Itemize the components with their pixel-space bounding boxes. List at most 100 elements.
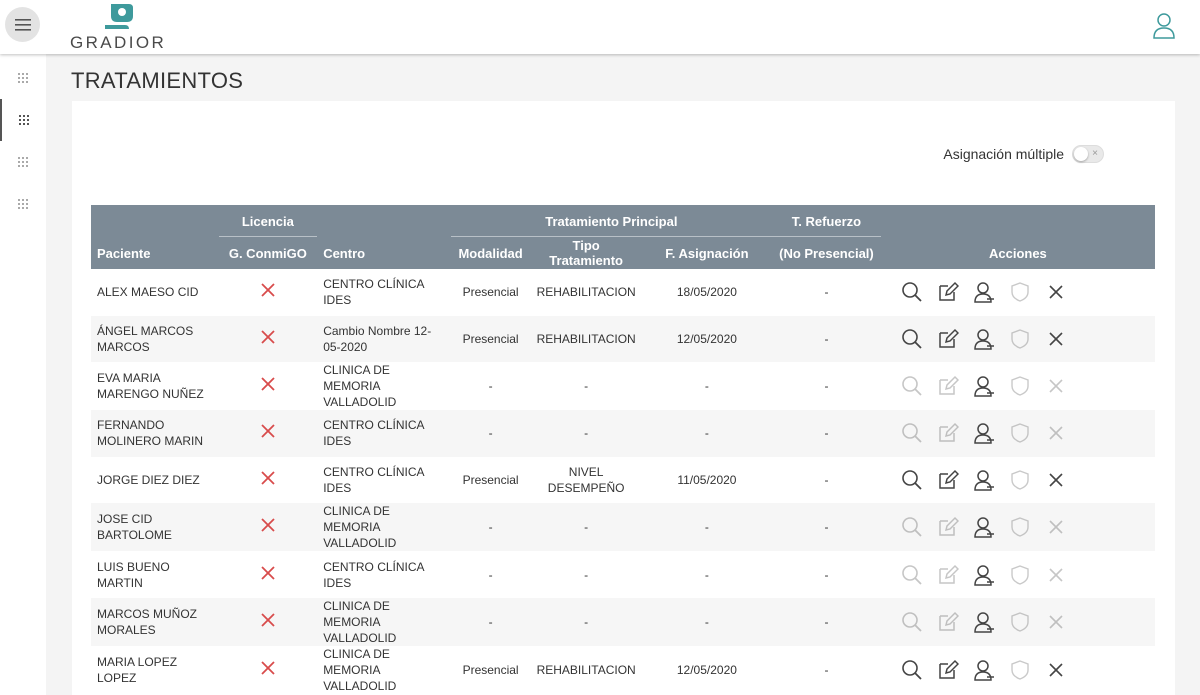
multi-assign-label: Asignación múltiple xyxy=(943,146,1064,162)
no-license-icon xyxy=(261,424,275,442)
shield-icon[interactable] xyxy=(1009,516,1031,538)
no-license-icon xyxy=(261,471,275,489)
search-icon[interactable] xyxy=(901,328,923,350)
close-icon[interactable] xyxy=(1045,281,1067,303)
cell-acciones xyxy=(880,597,1155,646)
cell-centro: Cambio Nombre 12-05-2020 xyxy=(317,315,451,363)
edit-icon[interactable] xyxy=(937,422,959,444)
search-icon[interactable] xyxy=(901,659,923,681)
cell-tipo: - xyxy=(584,379,589,394)
sidebar-item-3[interactable] xyxy=(0,141,46,183)
close-icon[interactable] xyxy=(1045,564,1067,586)
close-icon[interactable] xyxy=(1045,375,1067,397)
gradior-logo[interactable]: GRADIOR xyxy=(70,2,170,52)
close-icon[interactable] xyxy=(1045,422,1067,444)
cell-modalidad: Presencial xyxy=(462,662,519,677)
col-header-centro[interactable]: Centro xyxy=(317,237,451,269)
shield-icon[interactable] xyxy=(1009,375,1031,397)
edit-icon[interactable] xyxy=(937,328,959,350)
edit-icon[interactable] xyxy=(937,516,959,538)
table-row[interactable]: ÁNGEL MARCOS MARCOS Cambio Nombre 12-05-2… xyxy=(91,315,1155,363)
assign-user-icon[interactable] xyxy=(973,375,995,397)
shield-icon[interactable] xyxy=(1009,281,1031,303)
cell-acciones xyxy=(881,269,1155,316)
assign-user-icon[interactable] xyxy=(973,328,995,350)
assign-user-icon[interactable] xyxy=(973,281,995,304)
col-header-paciente[interactable]: Paciente xyxy=(91,237,219,269)
sidebar-item-2[interactable] xyxy=(0,99,46,141)
table-row[interactable]: JOSE CID BARTOLOME CLINICA DE MEMORIA VAL… xyxy=(91,503,1155,552)
multi-assign-toggle[interactable]: × xyxy=(1072,145,1104,163)
group-header-empty xyxy=(317,205,451,237)
table-row[interactable]: ALEX MAESO CID CENTRO CLÍNICA IDES Presenc… xyxy=(91,269,1155,316)
table-row[interactable]: MARIA LOPEZ LOPEZ CLINICA DE MEMORIA VALL… xyxy=(91,646,1155,694)
sidebar-item-1[interactable] xyxy=(0,57,46,99)
search-icon[interactable] xyxy=(901,611,923,633)
cell-paciente: JORGE DIEZ DIEZ xyxy=(97,473,200,488)
shield-icon[interactable] xyxy=(1009,564,1031,586)
table-row[interactable]: MARCOS MUÑOZ MORALES CLINICA DE MEMORIA V… xyxy=(91,597,1155,646)
edit-icon[interactable] xyxy=(937,611,959,633)
search-icon[interactable] xyxy=(901,469,923,491)
edit-icon[interactable] xyxy=(937,375,959,397)
shield-icon[interactable] xyxy=(1009,659,1031,681)
close-icon[interactable] xyxy=(1045,611,1067,633)
cell-conmigo xyxy=(219,551,318,598)
col-header-conmigo[interactable]: G. ConmiGO xyxy=(218,237,318,269)
edit-icon[interactable] xyxy=(937,469,959,491)
no-license-icon xyxy=(261,330,275,348)
sidebar-item-4[interactable] xyxy=(0,183,46,225)
close-icon[interactable] xyxy=(1045,516,1067,538)
assign-user-icon[interactable] xyxy=(973,516,995,539)
cell-modalidad: Presencial xyxy=(462,285,519,300)
edit-icon[interactable] xyxy=(937,564,959,586)
shield-icon[interactable] xyxy=(1009,611,1031,633)
group-header-empty xyxy=(880,205,1155,237)
search-icon[interactable] xyxy=(901,516,923,538)
user-profile-icon[interactable] xyxy=(1152,12,1176,40)
assign-user-icon[interactable] xyxy=(973,659,995,681)
cell-centro: CLINICA DE MEMORIA VALLADOLID xyxy=(323,646,397,693)
shield-icon[interactable] xyxy=(1009,469,1031,491)
cell-modalidad: - xyxy=(450,597,531,646)
treatments-table: Licencia Tratamiento Principal T. Refuer… xyxy=(91,205,1155,694)
search-icon[interactable] xyxy=(901,564,923,586)
logo-mark-icon xyxy=(105,4,133,29)
table-row[interactable]: FERNANDO MOLINERO MARIN CENTRO CLÍNICA ID… xyxy=(91,410,1155,457)
logo-text: GRADIOR xyxy=(70,33,167,52)
cell-conmigo xyxy=(218,410,318,457)
close-icon[interactable] xyxy=(1045,328,1067,350)
shield-icon[interactable] xyxy=(1009,328,1031,350)
assign-user-icon[interactable] xyxy=(973,611,995,633)
cell-acciones xyxy=(880,410,1155,457)
cell-fecha: 11/05/2020 xyxy=(677,473,737,488)
cell-acciones xyxy=(880,503,1155,552)
table-row[interactable]: JORGE DIEZ DIEZ CENTRO CLÍNICA IDES Presen… xyxy=(91,457,1155,504)
search-icon[interactable] xyxy=(901,375,923,397)
table-row[interactable]: LUIS BUENO MARTIN CENTRO CLÍNICA IDES - - - - xyxy=(91,551,1155,598)
assign-user-icon[interactable] xyxy=(973,469,995,491)
hamburger-menu-button[interactable] xyxy=(5,7,40,42)
search-icon[interactable] xyxy=(901,281,923,303)
search-icon[interactable] xyxy=(901,422,923,444)
cell-modalidad: Presencial xyxy=(450,315,531,363)
cell-acciones xyxy=(881,646,1155,694)
col-header-modalidad[interactable]: Modalidad xyxy=(450,237,531,269)
close-icon[interactable] xyxy=(1045,659,1067,681)
shield-icon[interactable] xyxy=(1009,422,1031,444)
edit-icon[interactable] xyxy=(937,281,959,303)
assign-user-icon[interactable] xyxy=(973,422,995,445)
cell-paciente: MARCOS MUÑOZ MORALES xyxy=(91,597,219,646)
multi-assign-control: Asignación múltiple × xyxy=(943,145,1104,163)
close-icon[interactable] xyxy=(1045,469,1067,491)
col-header-no-presencial[interactable]: (No Presencial) xyxy=(772,237,881,269)
cell-acciones xyxy=(881,551,1155,598)
cell-centro: CLINICA DE MEMORIA VALLADOLID xyxy=(323,363,397,410)
assign-user-icon[interactable] xyxy=(973,564,995,586)
col-header-tipo[interactable]: Tipo Tratamiento xyxy=(530,237,642,269)
cell-paciente: ÁNGEL MARCOS MARCOS xyxy=(91,315,219,363)
edit-icon[interactable] xyxy=(937,659,959,681)
col-header-fecha[interactable]: F. Asignación xyxy=(641,237,773,269)
table-row[interactable]: EVA MARIA MARENGO NUÑEZ CLINICA DE MEMORI… xyxy=(91,362,1155,410)
cell-paciente: ALEX MAESO CID xyxy=(97,285,199,300)
